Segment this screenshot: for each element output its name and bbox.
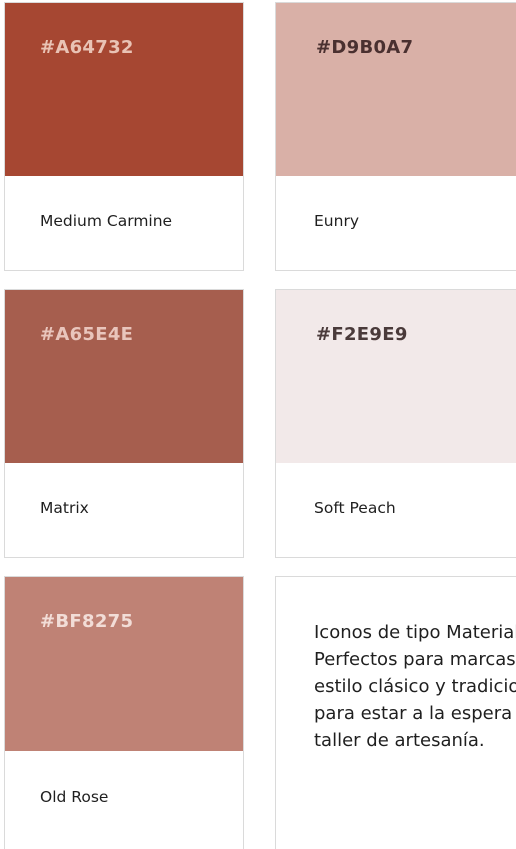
- color-card-medium-carmine[interactable]: #A64732 Medium Carmine: [4, 2, 244, 271]
- color-name: Soft Peach: [314, 499, 396, 517]
- color-swatch: [5, 290, 243, 463]
- color-name: Eunry: [314, 212, 359, 230]
- description-text: Iconos de tipo Material. Perfectos para …: [314, 622, 516, 751]
- hex-code: #D9B0A7: [316, 37, 414, 58]
- color-swatch: [276, 290, 516, 463]
- color-swatch: [5, 577, 243, 751]
- color-name: Medium Carmine: [40, 212, 173, 230]
- color-name: Old Rose: [40, 788, 109, 806]
- hex-code: #BF8275: [40, 611, 134, 632]
- hex-code: #F2E9E9: [316, 324, 408, 345]
- color-name: Matrix: [40, 499, 89, 517]
- palette-page: #A64732 Medium Carmine #D9B0A7 Eunry #A6…: [0, 0, 516, 849]
- hex-code: #A65E4E: [40, 324, 134, 345]
- color-swatch: [276, 3, 516, 176]
- hex-code: #A64732: [40, 37, 134, 58]
- color-card-matrix[interactable]: #A65E4E Matrix: [4, 289, 244, 558]
- color-swatch: [5, 3, 243, 176]
- color-card-soft-peach[interactable]: #F2E9E9 Soft Peach: [275, 289, 516, 558]
- color-card-eunry[interactable]: #D9B0A7 Eunry: [275, 2, 516, 271]
- description-card: Iconos de tipo Material. Perfectos para …: [275, 576, 516, 849]
- color-card-old-rose[interactable]: #BF8275 Old Rose: [4, 576, 244, 849]
